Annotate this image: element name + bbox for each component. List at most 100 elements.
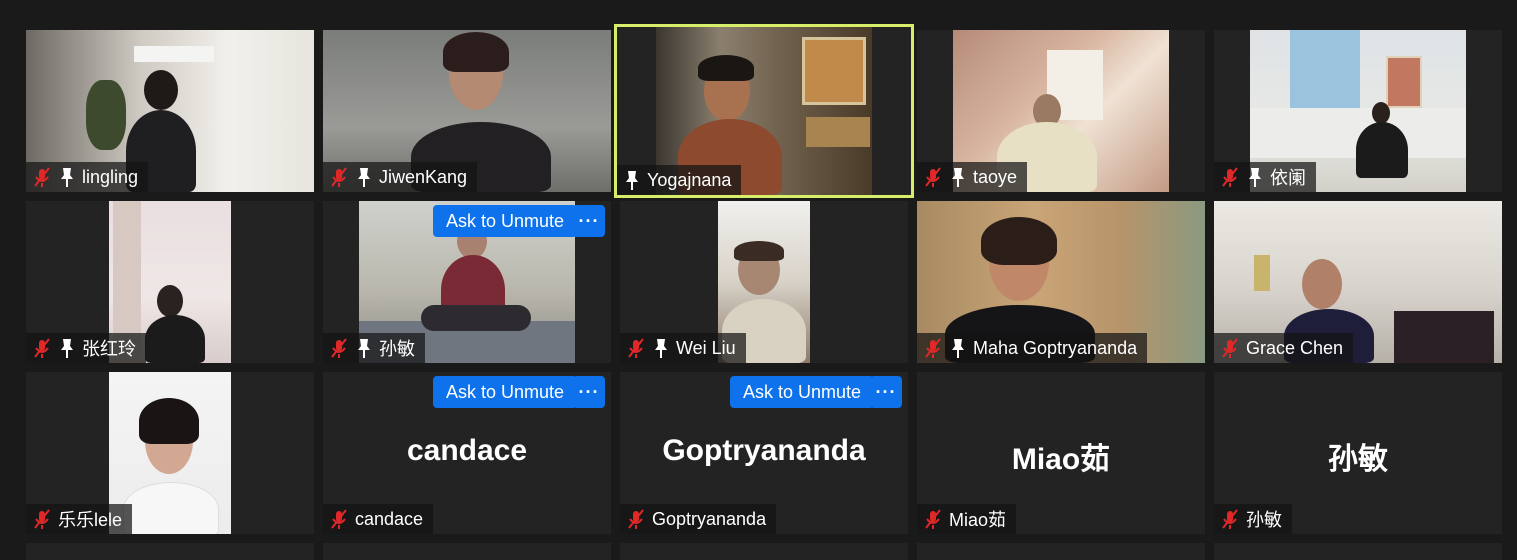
person-hair (734, 241, 784, 261)
pin-icon (358, 168, 370, 187)
air-conditioner (134, 46, 214, 62)
participant-display-name: Goptryananda (662, 434, 866, 467)
mic-muted-icon (925, 167, 941, 187)
video-tile-partial[interactable] (26, 543, 314, 560)
participant-display-name: Miao茹 (1011, 443, 1111, 476)
video-tile-goptryananda[interactable]: Ask to Unmute ··· Goptryananda Goptryana… (620, 372, 908, 534)
person-head (1302, 259, 1342, 309)
pin-icon (61, 168, 73, 187)
person-body (145, 315, 205, 363)
name-label: lingling (26, 162, 149, 192)
pin-icon (626, 171, 638, 190)
name-label: 孙敏 (323, 333, 425, 363)
ask-to-unmute-button[interactable]: Ask to Unmute (433, 205, 577, 237)
participant-name: taoye (973, 166, 1018, 187)
video-tile-candace[interactable]: Ask to Unmute ··· candace candace (323, 372, 611, 534)
participant-name: JiwenKang (379, 166, 468, 187)
video-tile-miaoru[interactable]: Miao茹 Miao茹 (917, 372, 1205, 534)
participant-name: 孙敏 (1246, 510, 1282, 530)
name-label: JiwenKang (323, 162, 478, 192)
framed-picture (802, 37, 866, 105)
video-tile-maha-goptryananda[interactable]: Maha Goptryananda (917, 201, 1205, 363)
pin-icon (655, 339, 667, 358)
person-hair (139, 398, 199, 444)
mic-muted-icon (925, 509, 941, 529)
participant-name: Grace Chen (1246, 337, 1344, 358)
name-label: taoye (917, 162, 1028, 192)
name-label: 乐乐lele (26, 504, 133, 534)
video-tile-partial[interactable] (620, 543, 908, 560)
mic-muted-icon (34, 338, 50, 358)
mic-muted-icon (925, 338, 941, 358)
video-tile-partial[interactable] (1214, 543, 1502, 560)
video-tile-lingling[interactable]: lingling (26, 30, 314, 192)
person-body (1356, 122, 1408, 178)
video-tile-partial[interactable] (323, 543, 611, 560)
name-label: 依阑 (1214, 162, 1316, 192)
name-label: Grace Chen (1214, 333, 1354, 363)
video-tile-taoye[interactable]: taoye (917, 30, 1205, 192)
person-hair (443, 32, 509, 72)
name-label: candace (323, 504, 434, 534)
participant-name: Goptryananda (652, 508, 767, 529)
participant-name: Miao茹 (949, 510, 1007, 530)
video-tile-yogajnana-active-speaker[interactable]: Yogajnana (614, 24, 914, 198)
mic-muted-icon (34, 509, 50, 529)
participant-name: 孙敏 (379, 339, 415, 359)
participant-name: Wei Liu (676, 337, 736, 358)
person-hair (981, 217, 1057, 265)
gallery-view: lingling JiwenKang Yogajnana taoye 依阑 张红… (0, 0, 1517, 560)
person-body (123, 482, 219, 534)
name-label: Miao茹 (917, 504, 1017, 534)
person-head (157, 285, 183, 317)
person-head (1372, 102, 1390, 124)
framed-picture (1386, 56, 1422, 108)
plant (86, 80, 126, 150)
name-label: Maha Goptryananda (917, 333, 1148, 363)
wall-lamp (1254, 255, 1270, 291)
person-legs (421, 305, 531, 331)
name-label: Wei Liu (620, 333, 746, 363)
video-tile-jiwenkang[interactable]: JiwenKang (323, 30, 611, 192)
video-tile-sunmin-2[interactable]: 孙敏 孙敏 (1214, 372, 1502, 534)
mic-muted-icon (1222, 338, 1238, 358)
video-tile-partial[interactable] (917, 543, 1205, 560)
participant-display-name: candace (406, 434, 528, 467)
window (1290, 30, 1360, 108)
mic-muted-icon (331, 509, 347, 529)
pin-icon (952, 168, 964, 187)
participant-name: 张红玲 (82, 339, 136, 359)
more-options-button[interactable]: ··· (573, 376, 605, 408)
mic-muted-icon (34, 167, 50, 187)
name-label: Goptryananda (620, 504, 777, 534)
more-options-button[interactable]: ··· (573, 205, 605, 237)
video-tile-lele[interactable]: 乐乐lele (26, 372, 314, 534)
participant-name: 乐乐lele (58, 510, 123, 530)
mic-muted-icon (1222, 167, 1238, 187)
participant-name: candace (355, 508, 424, 529)
pin-icon (61, 339, 73, 358)
participant-name: lingling (82, 166, 139, 187)
ask-to-unmute-button[interactable]: Ask to Unmute (433, 376, 577, 408)
altar (806, 117, 870, 147)
participant-name: Yogajnana (647, 169, 732, 190)
name-label: 孙敏 (1214, 504, 1292, 534)
participant-name: Maha Goptryananda (973, 337, 1138, 358)
video-tile-grace-chen[interactable]: Grace Chen (1214, 201, 1502, 363)
pin-icon (1249, 168, 1261, 187)
pin-icon (952, 339, 964, 358)
ask-to-unmute-button[interactable]: Ask to Unmute (730, 376, 874, 408)
person-head (144, 70, 178, 110)
name-label: 张红玲 (26, 333, 146, 363)
mic-muted-icon (1222, 509, 1238, 529)
person-hair (698, 55, 754, 81)
more-options-button[interactable]: ··· (870, 376, 902, 408)
video-tile-zhanghongling[interactable]: 张红玲 (26, 201, 314, 363)
name-label: Yogajnana (617, 165, 742, 195)
video-tile-sunmin[interactable]: Ask to Unmute ··· 孙敏 (323, 201, 611, 363)
mic-muted-icon (331, 167, 347, 187)
participant-name: 依阑 (1270, 168, 1306, 188)
video-tile-yilan[interactable]: 依阑 (1214, 30, 1502, 192)
video-tile-weiliu[interactable]: Wei Liu (620, 201, 908, 363)
mic-muted-icon (628, 509, 644, 529)
